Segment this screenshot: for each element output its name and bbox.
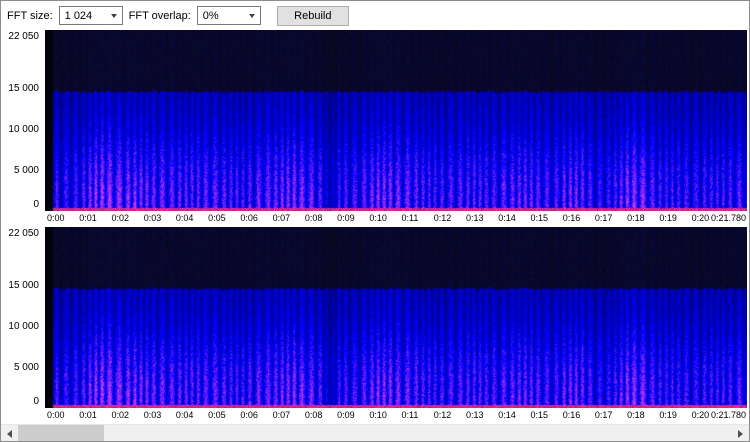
freq-tick-label: 0 bbox=[33, 396, 39, 407]
spectrogram-panel-right: 22 050 15 000 10 000 5 000 0 bbox=[1, 227, 749, 408]
time-tick-label: 0:16 bbox=[562, 213, 581, 223]
time-tick-label: 0:07 bbox=[272, 410, 291, 420]
time-tick-label: 0:20 bbox=[691, 213, 710, 223]
time-tick-label: 0:12 bbox=[433, 213, 452, 223]
time-tick-label: 0:18 bbox=[627, 410, 645, 420]
time-tick-label: 0:03 bbox=[143, 410, 162, 420]
scroll-right-button[interactable] bbox=[732, 425, 749, 441]
scroll-left-icon bbox=[7, 429, 12, 438]
time-tick-label: 0:09 bbox=[337, 410, 355, 420]
time-tick-label: 0:00 bbox=[47, 410, 65, 420]
frequency-axis-left: 22 050 15 000 10 000 5 000 0 bbox=[1, 30, 45, 211]
time-tick-label: 0:19 bbox=[659, 410, 677, 420]
time-tick-label: 0:04 bbox=[175, 410, 194, 420]
app-window: FFT size: 1 024 FFT overlap: 0% Rebuild … bbox=[0, 0, 750, 442]
spectrogram-canvas-left[interactable] bbox=[45, 30, 747, 211]
time-tick-label: 0:01 bbox=[79, 213, 97, 223]
scroll-left-button[interactable] bbox=[1, 425, 18, 441]
time-tick-label: 0:04 bbox=[175, 213, 194, 223]
time-tick-label: 0:21.780 bbox=[710, 410, 746, 420]
time-tick-label: 0:17 bbox=[594, 410, 613, 420]
horizontal-scrollbar[interactable] bbox=[1, 424, 749, 441]
time-tick-label: 0:13 bbox=[466, 410, 484, 420]
freq-tick-label: 5 000 bbox=[13, 165, 39, 176]
time-tick-label: 0:15 bbox=[530, 410, 548, 420]
spectrogram-canvas-right[interactable] bbox=[45, 227, 747, 408]
freq-tick-label: 22 050 bbox=[8, 228, 39, 239]
fft-size-value: 1 024 bbox=[64, 9, 93, 22]
time-tick-label: 0:19 bbox=[659, 213, 677, 223]
fft-overlap-select[interactable]: 0% bbox=[196, 6, 261, 25]
freq-tick-label: 10 000 bbox=[8, 124, 39, 135]
time-tick-label: 0:06 bbox=[240, 213, 258, 223]
time-tick-label: 0:02 bbox=[111, 410, 129, 420]
time-tick-label: 0:12 bbox=[433, 410, 452, 420]
time-tick-label: 0:01 bbox=[79, 410, 97, 420]
fft-size-select[interactable]: 1 024 bbox=[58, 6, 123, 25]
freq-tick-label: 10 000 bbox=[8, 321, 39, 332]
spectrogram-panel-left: 22 050 15 000 10 000 5 000 0 bbox=[1, 30, 749, 211]
time-tick-label: 0:16 bbox=[562, 410, 581, 420]
chevron-down-icon bbox=[110, 13, 117, 18]
time-tick-label: 0:06 bbox=[240, 410, 258, 420]
time-tick-label: 0:14 bbox=[498, 410, 516, 420]
freq-tick-label: 15 000 bbox=[8, 83, 39, 94]
time-tick-label: 0:10 bbox=[369, 213, 387, 223]
freq-tick-label: 15 000 bbox=[8, 280, 39, 291]
time-tick-label: 0:08 bbox=[304, 213, 323, 223]
fft-overlap-label: FFT overlap: bbox=[128, 9, 191, 22]
chevron-down-icon bbox=[248, 13, 255, 18]
time-tick-label: 0:03 bbox=[143, 213, 162, 223]
time-tick-label: 0:08 bbox=[304, 410, 323, 420]
scrollbar-thumb[interactable] bbox=[18, 425, 104, 441]
time-tick-label: 0:05 bbox=[208, 410, 226, 420]
time-tick-label: 0:05 bbox=[208, 213, 226, 223]
time-tick-label: 0:11 bbox=[401, 410, 419, 420]
toolbar: FFT size: 1 024 FFT overlap: 0% Rebuild bbox=[1, 1, 749, 27]
time-tick-label: 0:18 bbox=[627, 213, 645, 223]
frequency-axis-right: 22 050 15 000 10 000 5 000 0 bbox=[1, 227, 45, 408]
time-tick-label: 0:09 bbox=[337, 213, 355, 223]
freq-tick-label: 5 000 bbox=[13, 362, 39, 373]
time-axis-left: 0:00 0:01 0:02 0:03 0:04 0:05 0:06 0:07 0:08 0:09… bbox=[45, 211, 747, 227]
freq-tick-label: 22 050 bbox=[8, 31, 39, 42]
fft-overlap-value: 0% bbox=[202, 9, 219, 22]
time-tick-label: 0:02 bbox=[111, 213, 129, 223]
rebuild-button[interactable]: Rebuild bbox=[276, 5, 349, 26]
time-tick-label: 0:13 bbox=[466, 213, 484, 223]
time-tick-label: 0:00 bbox=[47, 213, 65, 223]
freq-tick-label: 0 bbox=[33, 199, 39, 210]
time-tick-label: 0:14 bbox=[498, 213, 516, 223]
time-tick-label: 0:21.780 bbox=[710, 213, 746, 223]
time-tick-label: 0:11 bbox=[401, 213, 419, 223]
time-tick-label: 0:17 bbox=[594, 213, 613, 223]
time-tick-label: 0:20 bbox=[691, 410, 710, 420]
time-axis-right: 0:00 0:01 0:02 0:03 0:04 0:05 0:06 0:07 0:08 0:09… bbox=[45, 408, 747, 424]
time-tick-label: 0:07 bbox=[272, 213, 291, 223]
fft-size-label: FFT size: bbox=[7, 9, 53, 22]
scroll-right-icon bbox=[738, 429, 743, 438]
time-tick-label: 0:10 bbox=[369, 410, 387, 420]
scrollbar-track[interactable] bbox=[18, 425, 732, 441]
time-tick-label: 0:15 bbox=[530, 213, 548, 223]
